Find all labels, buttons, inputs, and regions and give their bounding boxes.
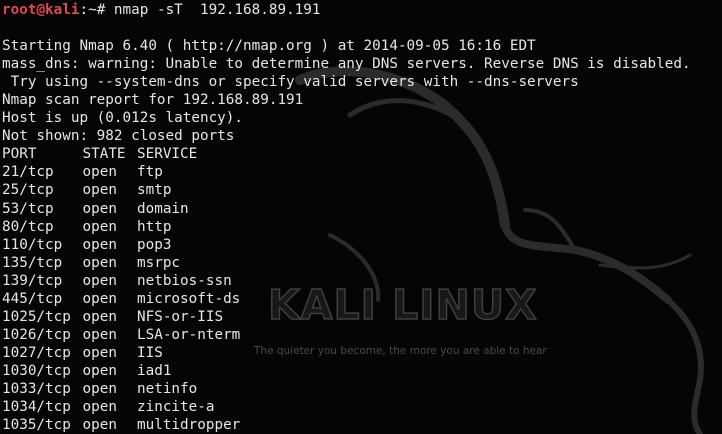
prompt-host: kali (45, 2, 80, 18)
table-row: 25/tcp open smtp (2, 181, 691, 199)
state-cell: open (82, 200, 117, 217)
state-cell: open (82, 254, 117, 271)
port-cell: 1035/tcp (2, 417, 71, 434)
table-row: 1025/tcp open NFS-or-IIS (2, 308, 691, 326)
terminal-window[interactable]: KALI LINUX The quieter you become, the m… (0, 0, 722, 434)
table-row: 1026/tcp open LSA-or-nterm (2, 326, 691, 344)
header-service: SERVICE (137, 146, 198, 163)
state-cell: open (82, 182, 117, 199)
state-cell: open (82, 308, 117, 325)
service-cell: pop3 (137, 236, 172, 253)
command-text: nmap -sT 192.168.89.191 (113, 2, 321, 18)
output-line: Not shown: 982 closed ports (2, 128, 235, 145)
state-cell: open (82, 326, 117, 343)
table-row: 135/tcp open msrpc (2, 254, 691, 272)
service-cell: domain (137, 200, 189, 217)
port-cell: 110/tcp (2, 236, 63, 253)
service-cell: IIS (137, 344, 163, 361)
service-cell: LSA-or-nterm (137, 326, 241, 343)
service-cell: zincite-a (137, 399, 215, 416)
prompt-at: @ (36, 2, 46, 18)
state-cell: open (82, 290, 117, 307)
service-cell: msrpc (137, 254, 181, 271)
prompt-path: :~# (79, 2, 114, 18)
state-cell: open (82, 380, 117, 397)
output-line: Nmap scan report for 192.168.89.191 (2, 92, 304, 109)
port-cell: 25/tcp (2, 182, 54, 199)
state-cell: open (82, 399, 117, 416)
table-row: 1033/tcp open netinfo (2, 380, 691, 398)
table-row: 139/tcp open netbios-ssn (2, 272, 691, 290)
state-cell: open (82, 236, 117, 253)
port-cell: 21/tcp (2, 164, 54, 181)
service-cell: iad1 (137, 362, 172, 379)
table-row: 110/tcp open pop3 (2, 236, 691, 254)
port-cell: 139/tcp (2, 272, 63, 289)
port-cell: 1033/tcp (2, 380, 71, 397)
service-cell: NFS-or-IIS (137, 308, 224, 325)
table-row: 21/tcp open ftp (2, 163, 691, 181)
port-cell: 1027/tcp (2, 344, 71, 361)
port-cell: 80/tcp (2, 218, 54, 235)
service-cell: ftp (137, 164, 163, 181)
service-cell: microsoft-ds (137, 290, 241, 307)
state-cell: open (82, 344, 117, 361)
service-cell: netinfo (137, 380, 198, 397)
header-state: STATE (82, 146, 126, 163)
port-cell: 135/tcp (2, 254, 63, 271)
service-cell: smtp (137, 182, 172, 199)
command-prompt-line: root@kali:~# nmap -sT 192.168.89.191 (2, 1, 691, 19)
port-cell: 445/tcp (2, 290, 63, 307)
output-line: Starting Nmap 6.40 ( http://nmap.org ) a… (2, 38, 536, 55)
state-cell: open (82, 218, 117, 235)
service-cell: multidropper (137, 417, 241, 434)
service-cell: http (137, 218, 172, 235)
ports-table-header: PORT STATE SERVICE (2, 145, 691, 163)
ports-table-rows: 21/tcp open ftp 25/tcp open smtp 53/tcp open dom… (2, 163, 691, 434)
port-cell: 1034/tcp (2, 399, 71, 416)
state-cell: open (82, 164, 117, 181)
state-cell: open (82, 272, 117, 289)
output-line: Host is up (0.012s latency). (2, 110, 244, 127)
state-cell: open (82, 417, 117, 434)
table-row: 1034/tcp open zincite-a (2, 398, 691, 416)
table-row: 80/tcp open http (2, 218, 691, 236)
table-row: 1035/tcp open multidropper (2, 416, 691, 434)
port-cell: 1030/tcp (2, 362, 71, 379)
table-row: 1030/tcp open iad1 (2, 362, 691, 380)
table-row: 1027/tcp open IIS (2, 344, 691, 362)
prompt-user: root (2, 2, 37, 18)
terminal-output: root@kali:~# nmap -sT 192.168.89.191 Sta… (2, 1, 691, 434)
service-cell: netbios-ssn (137, 272, 232, 289)
output-line: Try using --system-dns or specify valid … (2, 74, 579, 91)
state-cell: open (82, 362, 117, 379)
port-cell: 53/tcp (2, 200, 54, 217)
table-row: 445/tcp open microsoft-ds (2, 290, 691, 308)
output-line: mass_dns: warning: Unable to determine a… (2, 56, 691, 73)
header-port: PORT (2, 146, 37, 163)
port-cell: 1025/tcp (2, 308, 71, 325)
port-cell: 1026/tcp (2, 326, 71, 343)
table-row: 53/tcp open domain (2, 200, 691, 218)
